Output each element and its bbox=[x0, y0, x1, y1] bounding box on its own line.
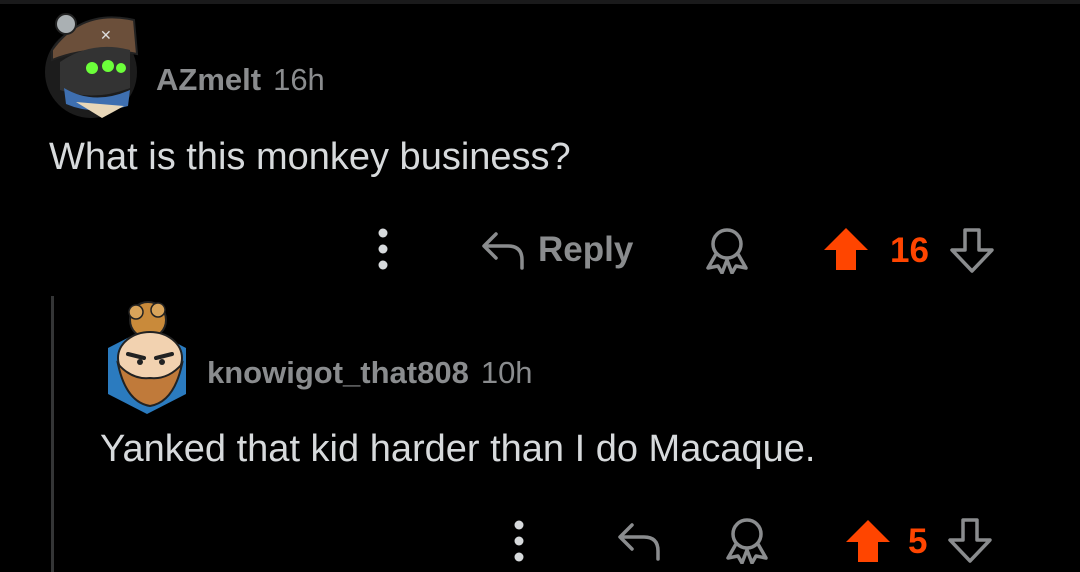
thread-line[interactable] bbox=[51, 296, 54, 572]
upvote-button[interactable] bbox=[822, 226, 870, 272]
avatar[interactable]: ✕ bbox=[42, 10, 140, 120]
award-icon bbox=[726, 518, 768, 564]
award-button[interactable] bbox=[704, 226, 750, 274]
author-line: knowigot_that808 10h bbox=[207, 355, 533, 391]
reply-label: Reply bbox=[538, 230, 634, 269]
comment-body: Yanked that kid harder than I do Macaque… bbox=[100, 428, 816, 470]
reply-arrow-icon bbox=[618, 523, 660, 561]
timestamp: 16h bbox=[273, 62, 325, 97]
award-button[interactable] bbox=[724, 516, 770, 564]
award-icon bbox=[706, 228, 748, 274]
reply-button[interactable]: Reply bbox=[480, 224, 633, 276]
upvote-arrow-icon bbox=[846, 520, 890, 562]
more-button[interactable] bbox=[504, 518, 534, 564]
upvote-arrow-icon bbox=[824, 228, 868, 270]
more-vertical-icon bbox=[378, 228, 388, 270]
username[interactable]: knowigot_that808 bbox=[207, 355, 469, 391]
downvote-button[interactable] bbox=[948, 226, 996, 274]
top-divider bbox=[0, 0, 1080, 4]
avatar-image bbox=[108, 301, 186, 414]
avatar-image: ✕ bbox=[45, 13, 139, 118]
timestamp: 10h bbox=[480, 355, 533, 390]
more-vertical-icon bbox=[514, 520, 524, 562]
username[interactable]: AZmelt bbox=[156, 62, 261, 98]
downvote-arrow-icon bbox=[948, 518, 992, 563]
reply-button[interactable] bbox=[616, 518, 662, 564]
author-line: AZmelt 16h bbox=[156, 62, 325, 98]
vote-count: 16 bbox=[890, 231, 929, 270]
reply-arrow-icon bbox=[482, 232, 524, 270]
avatar[interactable] bbox=[104, 298, 190, 414]
downvote-button[interactable] bbox=[946, 516, 994, 564]
more-button[interactable] bbox=[368, 226, 398, 272]
downvote-arrow-icon bbox=[950, 228, 994, 273]
comment-body: What is this monkey business? bbox=[49, 136, 571, 178]
vote-count: 5 bbox=[908, 522, 928, 561]
svg-text:✕: ✕ bbox=[100, 28, 112, 44]
upvote-button[interactable] bbox=[844, 518, 892, 564]
